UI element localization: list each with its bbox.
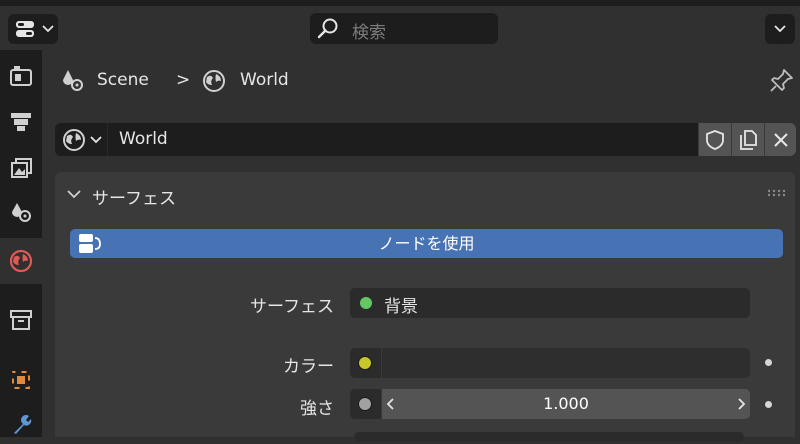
unlink-button[interactable]: [764, 123, 796, 156]
chevron-right-icon[interactable]: [736, 398, 746, 410]
color-socket-icon: [359, 357, 371, 369]
world-icon: [9, 249, 33, 273]
scene-icon: [12, 203, 31, 222]
color-label: カラー: [283, 357, 334, 377]
browse-world-button[interactable]: [55, 123, 108, 156]
strength-value: 1.000: [543, 394, 589, 413]
use-nodes-label: ノードを使用: [378, 234, 475, 253]
breadcrumb-world: World: [240, 70, 289, 90]
world-name-field[interactable]: [108, 123, 698, 156]
chevron-down-icon: [42, 25, 54, 33]
chevron-down-icon: [67, 190, 81, 199]
tab-world[interactable]: [0, 238, 42, 284]
tab-tool[interactable]: [0, 56, 42, 96]
tab-modifier[interactable]: [0, 404, 42, 444]
keyframe-dot-icon[interactable]: [765, 359, 772, 366]
shader-socket-icon: [360, 297, 372, 309]
close-icon: [773, 132, 788, 147]
breadcrumb-scene: Scene: [97, 70, 149, 90]
search-placeholder: 検索: [352, 23, 386, 43]
duplicate-icon: [740, 129, 757, 150]
value-socket-icon: [359, 398, 371, 410]
tab-object[interactable]: [0, 360, 42, 400]
chevron-down-icon: [90, 136, 102, 144]
color-socket-button[interactable]: [350, 348, 381, 378]
world-icon: [63, 129, 85, 151]
modifier-icon: [14, 415, 32, 434]
output-icon: [11, 158, 32, 178]
shield-icon: [706, 129, 724, 150]
scene-icon: [63, 70, 83, 91]
surface-panel-title: サーフェス: [92, 189, 176, 209]
search-input[interactable]: [310, 13, 498, 44]
search-icon: [317, 18, 338, 39]
breadcrumb-separator: >: [176, 70, 191, 90]
tool-icon: [10, 66, 32, 86]
strength-label: 強さ: [300, 399, 334, 419]
color-swatch[interactable]: [382, 348, 750, 378]
breadcrumb: Scene > World: [60, 66, 320, 96]
surface-label: サーフェス: [250, 297, 334, 317]
tab-output[interactable]: [0, 148, 42, 188]
chevron-down-icon: [774, 25, 786, 33]
render-icon: [11, 113, 31, 131]
strength-slider[interactable]: 1.000: [382, 389, 750, 419]
tab-scene[interactable]: [0, 192, 42, 232]
collection-icon: [10, 310, 32, 330]
surface-value: 背景: [384, 297, 418, 317]
tab-collection[interactable]: [0, 300, 42, 340]
duplicate-button[interactable]: [731, 123, 764, 156]
options-dropdown-button[interactable]: [765, 14, 795, 44]
tab-render[interactable]: [0, 102, 42, 142]
strength-socket-button[interactable]: [350, 389, 381, 419]
drag-handle-icon[interactable]: [767, 188, 787, 198]
surface-shader-field[interactable]: 背景: [350, 288, 750, 318]
next-property-field[interactable]: [354, 432, 744, 442]
keyframe-dot-icon[interactable]: [765, 401, 772, 408]
editor-type-button[interactable]: [8, 14, 58, 44]
object-icon: [12, 371, 30, 389]
fake-user-button[interactable]: [698, 123, 731, 156]
world-name-value: World: [119, 129, 168, 149]
pin-icon[interactable]: [769, 67, 795, 93]
world-icon: [203, 70, 225, 92]
